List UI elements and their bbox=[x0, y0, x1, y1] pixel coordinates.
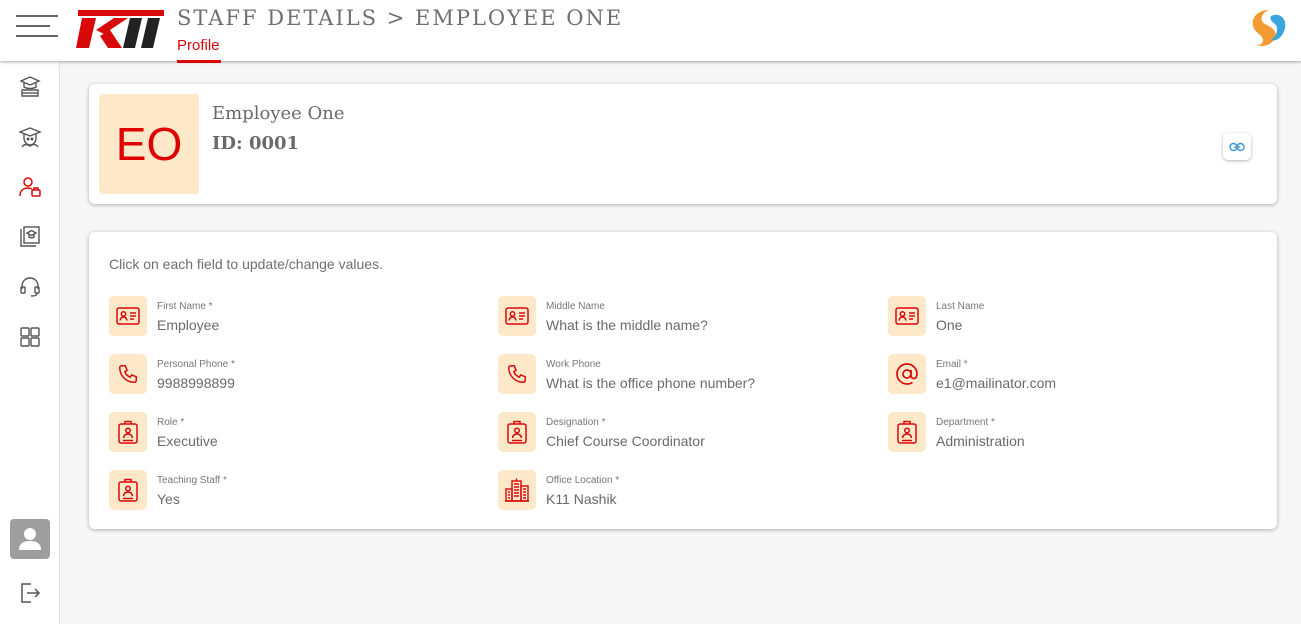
field-label: Email * bbox=[936, 359, 968, 370]
field-value: Employee bbox=[157, 317, 220, 333]
field-first-name[interactable]: First Name * Employee bbox=[109, 296, 469, 336]
id-card-icon bbox=[895, 307, 919, 325]
field-teaching-staff[interactable]: Teaching Staff * Yes bbox=[109, 470, 469, 510]
field-label: Personal Phone * bbox=[157, 359, 235, 370]
field-label: First Name * bbox=[157, 301, 213, 312]
phone-icon bbox=[508, 365, 526, 383]
field-label: Department * bbox=[936, 417, 995, 428]
field-department[interactable]: Department * Administration bbox=[888, 412, 1248, 452]
link-icon bbox=[1229, 142, 1245, 151]
field-value: One bbox=[936, 317, 963, 333]
field-designation[interactable]: Designation * Chief Course Coordinator bbox=[498, 412, 858, 452]
at-sign-icon bbox=[896, 363, 918, 385]
user-avatar-icon[interactable] bbox=[10, 519, 50, 559]
profile-card: EO Employee One ID: 0001 bbox=[89, 84, 1277, 204]
field-label: Office Location * bbox=[546, 475, 620, 486]
books-icon[interactable] bbox=[18, 75, 42, 99]
page-title: STAFF DETAILS > EMPLOYEE ONE bbox=[177, 6, 624, 30]
courses-icon[interactable] bbox=[18, 225, 42, 249]
staff-icon[interactable] bbox=[18, 175, 42, 199]
menu-icon[interactable] bbox=[16, 13, 58, 39]
field-label: Designation * bbox=[546, 417, 606, 428]
top-bar: STAFF DETAILS > EMPLOYEE ONE Profile bbox=[0, 0, 1301, 63]
field-label: Middle Name bbox=[546, 301, 605, 312]
id-card-icon bbox=[116, 307, 140, 325]
tab-profile[interactable]: Profile bbox=[177, 37, 221, 63]
field-office-location[interactable]: Office Location * K11 Nashik bbox=[498, 470, 858, 510]
field-value: Administration bbox=[936, 433, 1025, 449]
phone-icon bbox=[119, 365, 137, 383]
badge-icon bbox=[897, 420, 917, 444]
field-value: Yes bbox=[157, 491, 180, 507]
field-middle-name[interactable]: Middle Name What is the middle name? bbox=[498, 296, 858, 336]
badge-icon bbox=[118, 478, 138, 502]
id-card-icon bbox=[505, 307, 529, 325]
k11-logo[interactable] bbox=[76, 8, 166, 50]
sidebar bbox=[0, 61, 60, 624]
field-value: e1@mailinator.com bbox=[936, 375, 1057, 391]
avatar-initials: EO bbox=[99, 94, 199, 194]
employee-name: Employee One bbox=[212, 103, 345, 124]
details-card: Click on each field to update/change val… bbox=[89, 232, 1277, 529]
link-button[interactable] bbox=[1223, 133, 1251, 160]
badge-icon bbox=[118, 420, 138, 444]
employee-id: ID: 0001 bbox=[212, 133, 300, 154]
support-headset-icon[interactable] bbox=[18, 275, 42, 299]
field-label: Last Name bbox=[936, 301, 985, 312]
field-work-phone[interactable]: Work Phone What is the office phone numb… bbox=[498, 354, 858, 394]
logout-icon[interactable] bbox=[18, 581, 42, 605]
field-value: Executive bbox=[157, 433, 218, 449]
field-label: Work Phone bbox=[546, 359, 601, 370]
field-label: Teaching Staff * bbox=[157, 475, 227, 486]
badge-icon bbox=[507, 420, 527, 444]
field-value: What is the office phone number? bbox=[546, 375, 756, 391]
field-value: 9988998899 bbox=[157, 375, 235, 391]
student-icon[interactable] bbox=[18, 125, 42, 149]
field-value: Chief Course Coordinator bbox=[546, 433, 705, 449]
dashboard-grid-icon[interactable] bbox=[18, 325, 42, 349]
brand-logo-icon bbox=[1252, 10, 1286, 46]
field-value: What is the middle name? bbox=[546, 317, 708, 333]
field-last-name[interactable]: Last Name One bbox=[888, 296, 1248, 336]
field-value: K11 Nashik bbox=[546, 491, 617, 507]
field-role[interactable]: Role * Executive bbox=[109, 412, 469, 452]
building-icon bbox=[505, 478, 529, 502]
hint-text: Click on each field to update/change val… bbox=[109, 256, 383, 272]
field-label: Role * bbox=[157, 417, 185, 428]
field-personal-phone[interactable]: Personal Phone * 9988998899 bbox=[109, 354, 469, 394]
field-email[interactable]: Email * e1@mailinator.com bbox=[888, 354, 1248, 394]
